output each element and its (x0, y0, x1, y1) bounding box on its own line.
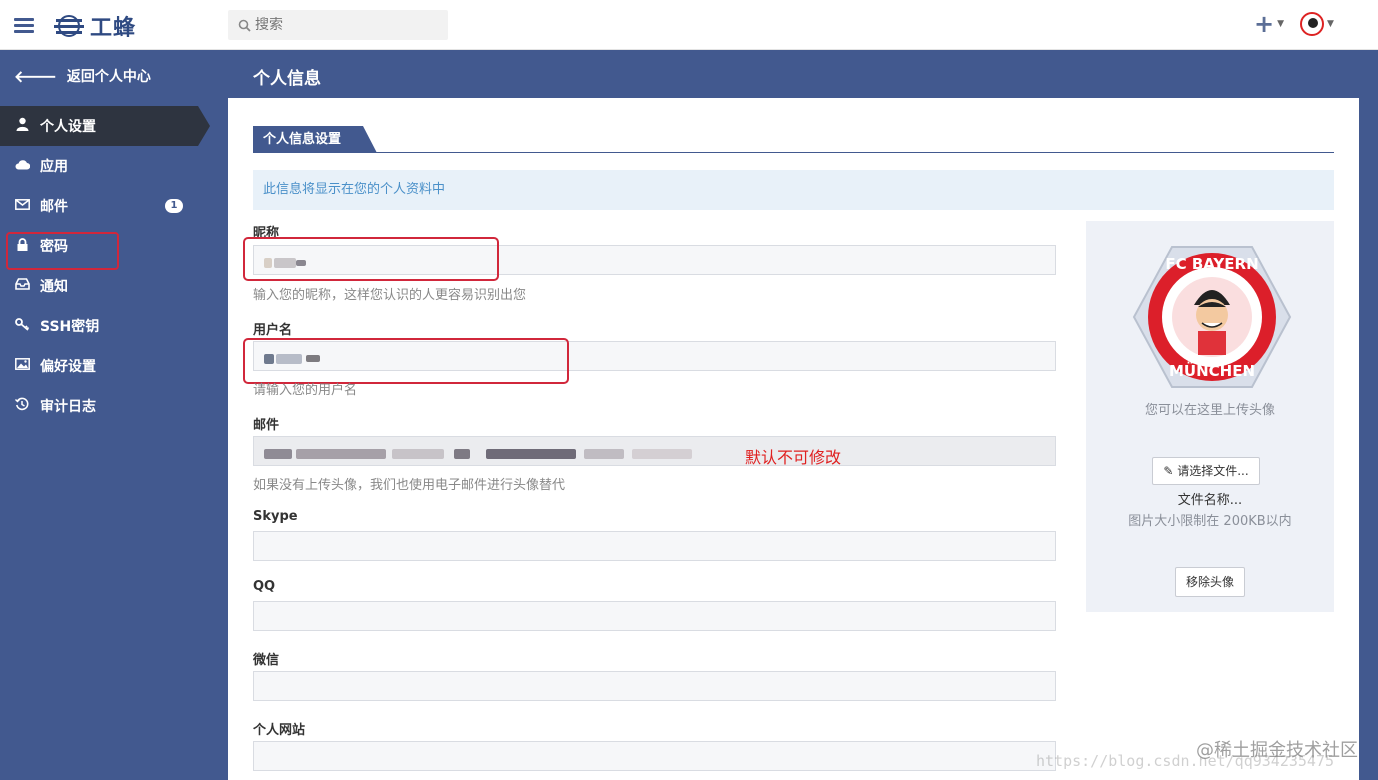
redacted-text (306, 355, 320, 362)
redacted-text (274, 257, 296, 268)
username-label: 用户名 (253, 323, 293, 338)
logo-text-bottom: MÜNCHEN (1169, 361, 1255, 380)
sidebar-item-personal-settings[interactable]: 个人设置 (0, 106, 210, 146)
redacted-text (264, 448, 292, 459)
user-menu-button[interactable]: ▼ (1300, 12, 1334, 36)
size-limit-text: 图片大小限制在 200KB以内 (1128, 514, 1292, 529)
sidebar-item-label: 偏好设置 (40, 359, 96, 375)
sidebar-item-password[interactable]: 密码 (0, 226, 228, 266)
sidebar-item-label: 邮件 (40, 199, 68, 215)
redacted-text (632, 448, 692, 459)
top-bar: 工蜂 + ▼ ▼ (0, 0, 1378, 50)
sidebar-item-apps[interactable]: 应用 (0, 146, 228, 186)
choose-file-label: 请选择文件... (1177, 464, 1249, 478)
tab-personal-info-settings[interactable]: 个人信息设置 (253, 126, 378, 153)
avatar-image[interactable]: FC BAYERN MÜNCHEN (1132, 245, 1292, 389)
sidebar-item-email[interactable]: 邮件 1 (0, 186, 228, 226)
logo[interactable]: 工蜂 (54, 11, 136, 41)
search-input[interactable] (255, 17, 435, 33)
sidebar-item-ssh-keys[interactable]: SSH密钥 (0, 306, 228, 346)
user-icon (14, 117, 30, 135)
username-help-text: 请输入您的用户名 (253, 383, 358, 398)
content-header: 个人信息 (228, 50, 1378, 98)
redacted-text (264, 353, 274, 364)
image-icon (14, 358, 30, 374)
sidebar-item-label: SSH密钥 (40, 319, 100, 335)
info-alert: 此信息将显示在您的个人资料中 (253, 170, 1334, 210)
logo-text-top: FC BAYERN (1165, 255, 1258, 273)
tab-bar: 个人信息设置 (253, 126, 1334, 153)
redacted-text (296, 259, 306, 266)
upload-hint: 您可以在这里上传头像 (1144, 403, 1275, 418)
readonly-note: 默认不可修改 (745, 448, 842, 467)
chevron-down-icon: ▼ (1327, 19, 1334, 29)
email-label: 邮件 (253, 418, 280, 433)
website-field[interactable] (253, 741, 1056, 771)
paperclip-icon: ✎ (1163, 464, 1174, 478)
key-icon (14, 317, 30, 335)
website-label: 个人网站 (253, 723, 306, 738)
lock-icon (14, 237, 30, 255)
redacted-text (486, 448, 576, 459)
watermark-url: https://blog.csdn.net/qq934235475 (1036, 752, 1335, 770)
search-box[interactable] (228, 10, 448, 40)
sidebar-item-notifications[interactable]: 通知 (0, 266, 228, 306)
redacted-text (454, 448, 470, 459)
redacted-text (276, 353, 302, 364)
sidebar-item-label: 通知 (40, 279, 68, 295)
sidebar-item-label: 审计日志 (40, 399, 96, 415)
qq-label: QQ (253, 579, 276, 594)
sidebar-item-label: 密码 (40, 239, 68, 255)
page-title: 个人信息 (253, 69, 321, 89)
email-help-text: 如果没有上传头像，我们也使用电子邮件进行头像替代 (253, 478, 566, 493)
skype-label: Skype (253, 509, 298, 524)
logo-icon (54, 15, 84, 37)
menu-icon[interactable] (14, 18, 34, 34)
file-name-text: 文件名称... (1177, 493, 1243, 508)
choose-file-button[interactable]: ✎ 请选择文件... (1152, 457, 1260, 485)
redacted-text (584, 448, 624, 459)
sidebar-item-preferences[interactable]: 偏好设置 (0, 346, 228, 386)
create-new-button[interactable]: + ▼ (1254, 10, 1285, 38)
arrow-left-icon: 🡐 (14, 67, 57, 86)
nickname-field[interactable] (253, 245, 1056, 275)
logo-text: 工蜂 (90, 16, 137, 41)
avatar-upload-panel: FC BAYERN MÜNCHEN 您可以在这里上传头像 ✎ 请选择文件... … (1086, 221, 1334, 612)
sidebar-item-label: 应用 (40, 159, 68, 175)
skype-field[interactable] (253, 531, 1056, 561)
envelope-icon (14, 198, 30, 214)
chevron-down-icon: ▼ (1277, 19, 1285, 29)
sidebar-item-label: 个人设置 (40, 119, 96, 135)
sidebar-item-audit-log[interactable]: 审计日志 (0, 386, 228, 426)
sidebar: 🡐 返回个人中心 个人设置 应用 邮件 1 密码 通知 SSH密钥 偏好设置 审… (0, 50, 228, 780)
redacted-text (296, 448, 386, 459)
username-field[interactable] (253, 341, 1056, 371)
inbox-icon (14, 278, 30, 294)
back-to-profile-link[interactable]: 🡐 返回个人中心 (14, 66, 151, 86)
nickname-help-text: 输入您的昵称，这样您认识的人更容易识别出您 (253, 288, 527, 303)
redacted-text (392, 448, 444, 459)
plus-icon: + (1254, 10, 1275, 38)
qq-field[interactable] (253, 601, 1056, 631)
wechat-label: 微信 (253, 653, 280, 668)
redacted-text (264, 257, 272, 268)
back-link-label: 返回个人中心 (66, 69, 151, 85)
nickname-label: 昵称 (253, 226, 280, 241)
search-icon (238, 19, 251, 32)
remove-avatar-button[interactable]: 移除头像 (1175, 567, 1245, 597)
unread-count-badge: 1 (165, 199, 183, 213)
avatar (1300, 12, 1324, 36)
profile-settings-panel: 个人信息设置 此信息将显示在您的个人资料中 昵称 输入您的昵称，这样您认识的人更… (228, 98, 1359, 780)
history-icon (14, 397, 30, 415)
email-field (253, 436, 1056, 466)
cloud-icon (14, 159, 30, 174)
wechat-field[interactable] (253, 671, 1056, 701)
